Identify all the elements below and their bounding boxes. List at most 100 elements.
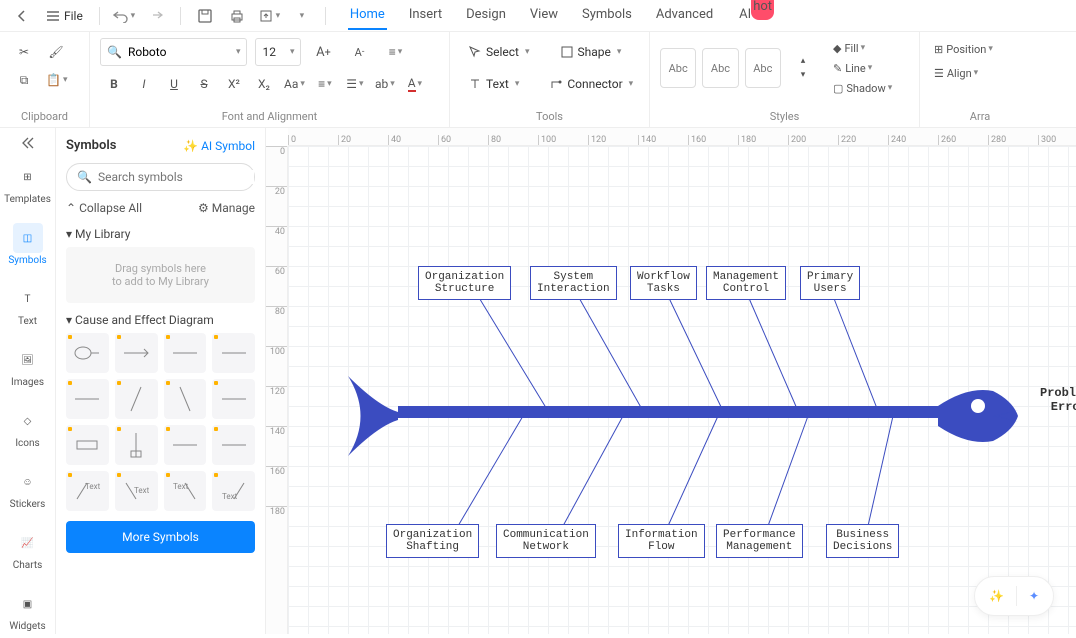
symbol-item[interactable] — [66, 425, 109, 465]
print-icon[interactable] — [223, 2, 251, 30]
cause-box[interactable]: Organization Shafting — [386, 524, 479, 558]
tab-home[interactable]: Home — [348, 1, 387, 30]
italic-icon[interactable]: I — [130, 70, 158, 98]
font-color-icon[interactable]: A▾ — [401, 70, 429, 98]
sparkle-icon[interactable]: ✦ — [1029, 589, 1039, 603]
tab-view[interactable]: View — [528, 1, 560, 30]
fontsize-down-icon[interactable]: A- — [345, 38, 373, 66]
cut-icon[interactable]: ✂ — [10, 38, 38, 66]
search-input[interactable] — [98, 170, 254, 184]
symbol-search[interactable]: 🔍 — [66, 163, 255, 191]
back-icon[interactable] — [8, 2, 36, 30]
cause-box[interactable]: Performance Management — [716, 524, 803, 558]
text-tool[interactable]: Text▾ — [460, 70, 527, 98]
more-symbols-button[interactable]: More Symbols — [66, 521, 255, 553]
cause-box[interactable]: Workflow Tasks — [630, 266, 697, 300]
format-painter-icon[interactable]: 🖌 — [42, 38, 70, 66]
collapse-all-button[interactable]: ⌃ Collapse All — [66, 201, 142, 215]
tab-insert[interactable]: Insert — [407, 1, 444, 30]
line-button[interactable]: ✎ Line▾ — [829, 58, 909, 78]
canvas[interactable]: Problem/ Error Organization Structure Sy… — [288, 146, 1076, 634]
fontsize-up-icon[interactable]: A+ — [309, 38, 337, 66]
style-preset-1[interactable]: Abc — [660, 48, 696, 88]
symbol-item[interactable] — [212, 379, 255, 419]
style-down-icon[interactable]: ▾ — [789, 68, 817, 82]
symbol-item[interactable] — [66, 379, 109, 419]
symbol-item[interactable]: Text — [66, 471, 109, 511]
file-menu[interactable]: File — [40, 2, 89, 30]
manage-button[interactable]: ⚙ Manage — [198, 201, 255, 215]
tab-design[interactable]: Design — [464, 1, 508, 30]
rail-templates[interactable]: ⊞Templates — [4, 156, 52, 211]
symbol-item[interactable]: Text — [164, 471, 207, 511]
font-select[interactable]: 🔍▾ — [100, 38, 247, 66]
cause-box[interactable]: Primary Users — [800, 266, 860, 300]
subscript-icon[interactable]: X₂ — [250, 70, 278, 98]
symbol-item[interactable]: Text — [115, 471, 158, 511]
symbol-item[interactable] — [212, 333, 255, 373]
rail-symbols[interactable]: ◫Symbols — [4, 217, 52, 272]
symbol-item[interactable]: Text — [212, 471, 255, 511]
ai-float-panel[interactable]: ✨ ✦ — [974, 576, 1054, 616]
symbol-item[interactable] — [212, 425, 255, 465]
connector-tool[interactable]: Connector▾ — [541, 70, 641, 98]
tab-ai[interactable]: AIhot — [735, 1, 778, 30]
undo-icon[interactable]: ▾ — [110, 2, 138, 30]
position-button[interactable]: ⊞ Position▾ — [930, 38, 1030, 60]
superscript-icon[interactable]: X² — [220, 70, 248, 98]
rail-charts[interactable]: 📈Charts — [4, 522, 52, 577]
cause-box[interactable]: Business Decisions — [826, 524, 899, 558]
cause-box[interactable]: Communication Network — [496, 524, 596, 558]
rail-icons[interactable]: ◇Icons — [4, 400, 52, 455]
bullets-icon[interactable]: ☰▾ — [341, 70, 369, 98]
redo-icon[interactable] — [142, 2, 170, 30]
symbol-item[interactable] — [164, 333, 207, 373]
svg-text:Text: Text — [85, 482, 101, 491]
style-preset-2[interactable]: Abc — [702, 48, 738, 88]
ai-symbol-button[interactable]: ✨ AI Symbol — [183, 139, 255, 153]
rail-widgets[interactable]: ▣Widgets — [4, 583, 52, 638]
mylibrary-dropzone[interactable]: Drag symbols hereto add to My Library — [66, 247, 255, 303]
collapse-rail-icon[interactable] — [4, 136, 52, 150]
font-input[interactable] — [128, 45, 228, 59]
export-icon[interactable]: ▾ — [255, 2, 283, 30]
line-spacing-icon[interactable]: ≡▾ — [381, 38, 409, 66]
underline-icon[interactable]: U — [160, 70, 188, 98]
copy-icon[interactable]: ⧉ — [10, 66, 38, 94]
font-size[interactable]: 12▾ — [255, 38, 301, 66]
symbol-item[interactable] — [115, 333, 158, 373]
symbol-item[interactable] — [66, 333, 109, 373]
shadow-button[interactable]: ▢ Shadow▾ — [829, 78, 909, 98]
tab-advanced[interactable]: Advanced — [654, 1, 715, 30]
rail-text[interactable]: TText — [4, 278, 52, 333]
category-cause-effect[interactable]: ▾ Cause and Effect Diagram — [66, 313, 255, 327]
cause-box[interactable]: Information Flow — [618, 524, 705, 558]
style-preset-3[interactable]: Abc — [745, 48, 781, 88]
symbol-item[interactable] — [115, 379, 158, 419]
select-tool[interactable]: Select▾ — [460, 38, 538, 66]
magic-icon[interactable]: ✨ — [989, 589, 1004, 603]
list-icon[interactable]: ≡▾ — [311, 70, 339, 98]
save-icon[interactable] — [191, 2, 219, 30]
more-icon[interactable]: ▾ — [287, 2, 315, 30]
cause-box[interactable]: Management Control — [706, 266, 786, 300]
align-button[interactable]: ☰ Align▾ — [930, 62, 1030, 84]
symbol-item[interactable] — [164, 379, 207, 419]
fishbone-diagram[interactable]: Problem/ Error Organization Structure Sy… — [348, 266, 1048, 606]
fill-button[interactable]: ◆ Fill▾ — [829, 38, 909, 58]
style-up-icon[interactable]: ▴ — [789, 54, 817, 68]
symbol-item[interactable] — [115, 425, 158, 465]
rail-images[interactable]: 🖼Images — [4, 339, 52, 394]
cause-box[interactable]: Organization Structure — [418, 266, 511, 300]
case-icon[interactable]: Aa▾ — [280, 70, 309, 98]
cause-box[interactable]: System Interaction — [530, 266, 617, 300]
bold-icon[interactable]: B — [100, 70, 128, 98]
tab-symbols[interactable]: Symbols — [580, 1, 634, 30]
symbol-item[interactable] — [164, 425, 207, 465]
rail-stickers[interactable]: ☺Stickers — [4, 461, 52, 516]
category-mylibrary[interactable]: ▾ My Library — [66, 227, 255, 241]
text-transform-icon[interactable]: ab▾ — [371, 70, 399, 98]
strike-icon[interactable]: S — [190, 70, 218, 98]
paste-icon[interactable]: 📋▾ — [42, 66, 71, 94]
shape-tool[interactable]: Shape▾ — [552, 38, 630, 66]
